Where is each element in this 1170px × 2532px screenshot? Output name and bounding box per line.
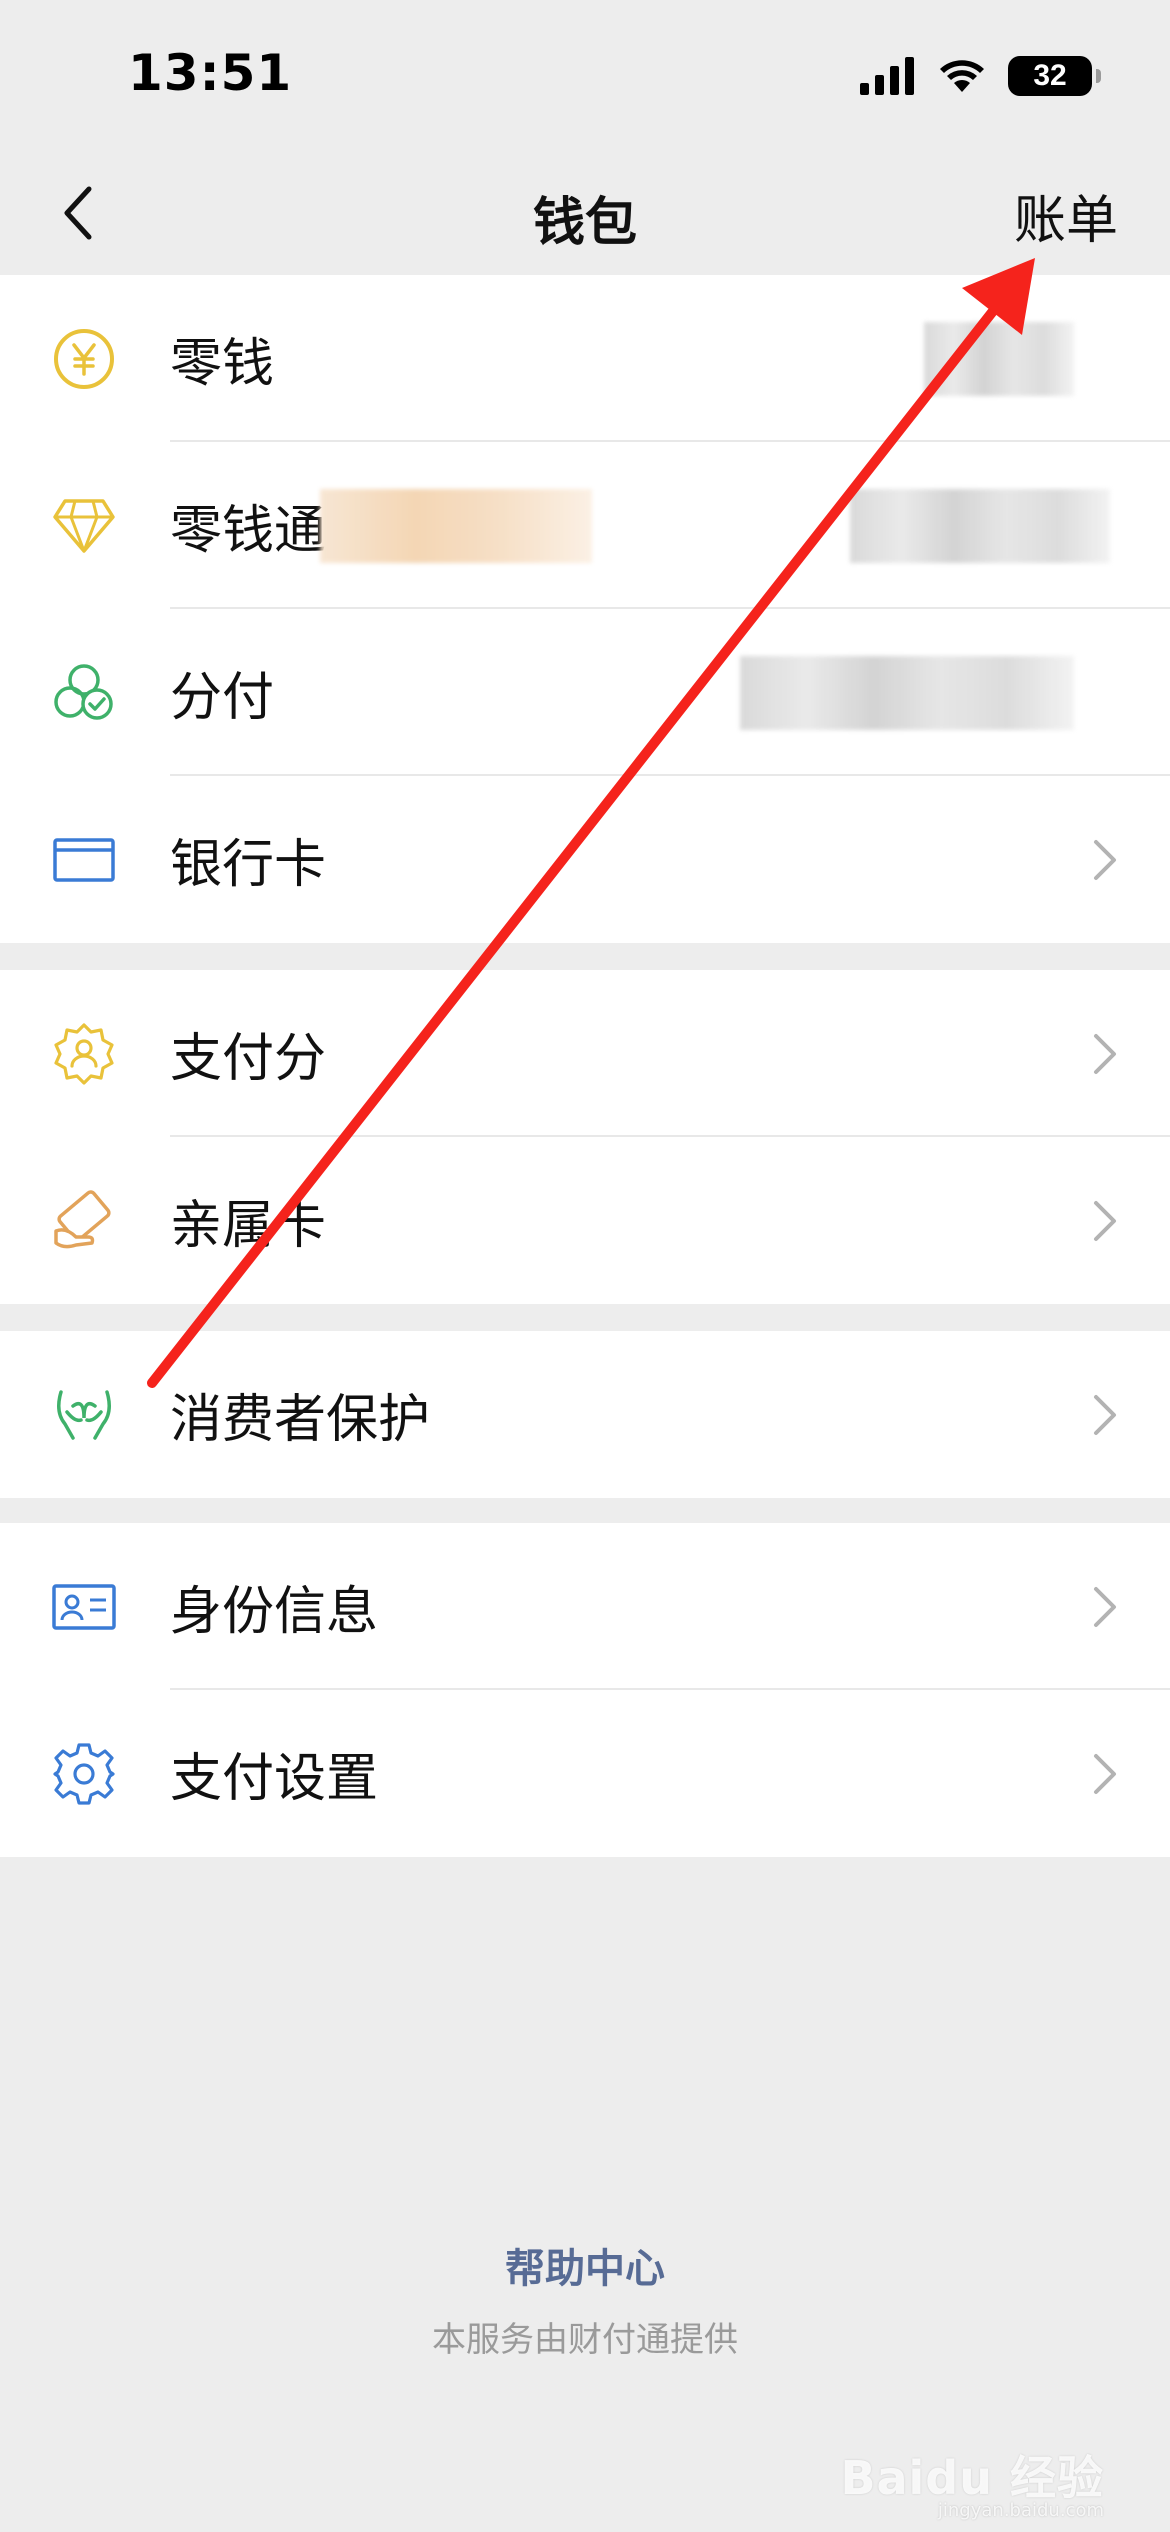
hands-protection-icon <box>48 1379 120 1451</box>
row-label: 支付分 <box>170 1029 327 1089</box>
row-consumer-protection[interactable]: 消费者保护 <box>0 1331 1170 1498</box>
chevron-right-icon <box>1094 1586 1116 1627</box>
page-title: 钱包 <box>532 193 637 253</box>
baidu-watermark: Baidu 经验 <box>840 2451 1104 2505</box>
id-card-icon <box>48 1571 120 1643</box>
row-label: 消费者保护 <box>170 1390 431 1450</box>
row-label: 零钱通 <box>170 501 327 561</box>
row-label: 分付 <box>170 668 275 728</box>
row-identity-info[interactable]: 身份信息 <box>0 1523 1170 1690</box>
battery-indicator: 32 <box>1008 56 1101 96</box>
row-bank-card[interactable]: 银行卡 <box>0 776 1170 943</box>
family-card-icon <box>48 1185 120 1257</box>
wallet-balance-group: 零钱 零钱通 分付 银行卡 <box>0 275 1170 943</box>
fenfu-clover-icon <box>48 657 120 729</box>
yuan-coin-icon <box>48 323 120 395</box>
row-payment-settings[interactable]: 支付设置 <box>0 1690 1170 1857</box>
navigation-bar: 钱包 账单 <box>0 150 1170 275</box>
row-family-card[interactable]: 亲属卡 <box>0 1137 1170 1304</box>
row-label: 支付设置 <box>170 1749 379 1809</box>
blurred-balance <box>850 488 1110 563</box>
bank-card-icon <box>48 824 120 896</box>
row-payment-score[interactable]: 支付分 <box>0 970 1170 1137</box>
status-time: 13:51 <box>128 44 293 102</box>
help-center-link[interactable]: 帮助中心 <box>0 2236 1170 2294</box>
consumer-protection-group: 消费者保护 <box>0 1331 1170 1498</box>
settings-gear-icon <box>48 1738 120 1810</box>
cellular-signal-icon <box>860 57 914 95</box>
row-change[interactable]: 零钱 <box>0 275 1170 442</box>
account-settings-group: 身份信息 支付设置 <box>0 1523 1170 1857</box>
row-label: 零钱 <box>170 334 275 394</box>
chevron-right-icon <box>1094 1394 1116 1435</box>
blurred-balance <box>740 655 1074 730</box>
chevron-right-icon <box>1094 839 1116 880</box>
row-label: 亲属卡 <box>170 1196 327 1256</box>
status-icons: 32 <box>860 52 1101 100</box>
row-label: 身份信息 <box>170 1582 379 1642</box>
row-label: 银行卡 <box>170 835 327 895</box>
watermark-url: jingyan.baidu.com <box>937 2500 1104 2521</box>
row-fenfu[interactable]: 分付 <box>0 609 1170 776</box>
chevron-right-icon <box>1094 1753 1116 1794</box>
diamond-icon <box>48 490 120 562</box>
chevron-right-icon <box>1094 1033 1116 1074</box>
wifi-icon <box>940 60 984 92</box>
bill-button[interactable]: 账单 <box>1014 178 1118 253</box>
blurred-balance <box>924 321 1074 396</box>
blurred-promo <box>320 488 592 563</box>
row-change-pass[interactable]: 零钱通 <box>0 442 1170 609</box>
credit-services-group: 支付分 亲属卡 <box>0 970 1170 1304</box>
chevron-right-icon <box>1094 1200 1116 1241</box>
provider-note: 本服务由财付通提供 <box>432 2320 738 2360</box>
payment-score-badge-icon <box>48 1018 120 1090</box>
status-bar: 13:51 32 <box>0 0 1170 150</box>
